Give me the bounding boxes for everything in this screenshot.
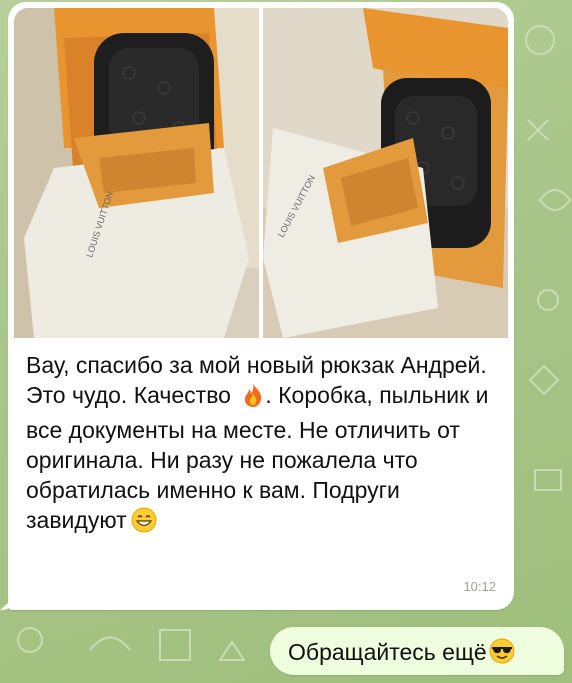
sunglasses-face-emoji-icon: [489, 638, 515, 670]
outgoing-text: Обращайтесь ещё: [288, 639, 487, 665]
photo-image: LOUIS VUITTON: [14, 8, 259, 338]
smiling-face-emoji-icon: [131, 507, 157, 540]
photo-image: LOUIS VUITTON: [263, 8, 508, 338]
message-text: Вау, спасибо за мой новый рюкзак Андрей.…: [26, 350, 496, 540]
incoming-message-bubble[interactable]: LOUIS VUITTON LOUIS VUITTON Вау, спасибо…: [8, 2, 514, 610]
photo-backpack-2[interactable]: LOUIS VUITTON: [263, 8, 508, 338]
message-time: 10:12: [463, 579, 496, 594]
outgoing-message-bubble[interactable]: Обращайтесь ещё: [270, 627, 564, 675]
outgoing-message-text: Обращайтесь ещё: [288, 638, 515, 670]
photo-album[interactable]: LOUIS VUITTON LOUIS VUITTON: [14, 8, 508, 338]
fire-emoji-icon: [241, 382, 265, 415]
photo-backpack-1[interactable]: LOUIS VUITTON: [14, 8, 259, 338]
